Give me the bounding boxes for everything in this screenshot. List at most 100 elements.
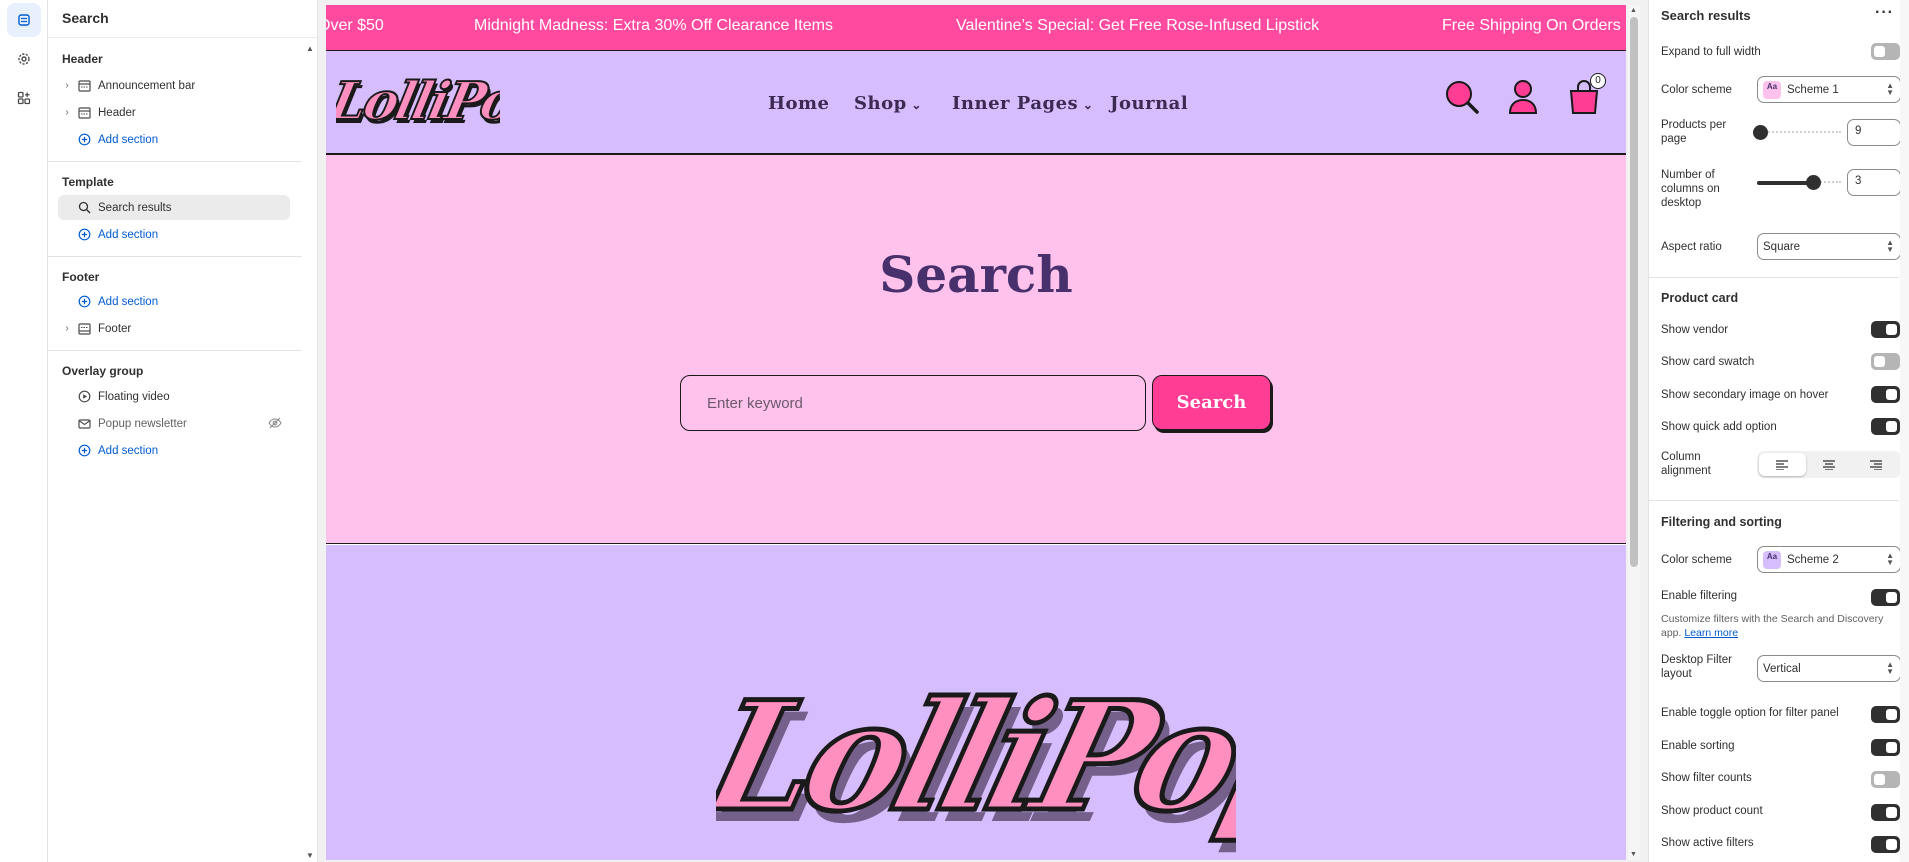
theme-preview: Over $50 Midnight Madness: Extra 30% Off…: [326, 5, 1626, 860]
scroll-up-icon[interactable]: ▲: [1630, 7, 1637, 14]
search-button[interactable]: Search: [1152, 375, 1271, 430]
account-icon[interactable]: [1508, 79, 1538, 118]
announcement-text: Free Shipping On Orders: [1442, 17, 1621, 34]
show-quick-add-toggle[interactable]: [1871, 418, 1900, 435]
chevron-right-icon[interactable]: ›: [60, 323, 74, 334]
divider: [48, 161, 302, 162]
nav-journal[interactable]: Journal: [1110, 93, 1188, 114]
section-header[interactable]: › Header: [58, 100, 290, 125]
section-label: Floating video: [98, 390, 170, 403]
section-label: Footer: [98, 322, 132, 335]
eye-hidden-icon[interactable]: [268, 417, 282, 432]
sections-panel: Search Header › Announcement bar › Heade…: [48, 0, 318, 862]
layout-section-icon: [76, 78, 92, 94]
align-center-icon[interactable]: [1806, 453, 1853, 476]
toggle-filter-panel-toggle[interactable]: [1871, 706, 1900, 723]
section-announcement-bar[interactable]: › Announcement bar: [58, 73, 290, 98]
aspect-ratio-label: Aspect ratio: [1661, 241, 1722, 253]
add-section-header[interactable]: Add section: [58, 127, 290, 152]
products-per-page-slider[interactable]: [1753, 125, 1841, 140]
plus-circle-icon: [76, 132, 92, 148]
scroll-down-icon[interactable]: ▼: [1630, 851, 1637, 858]
nav-home[interactable]: Home: [768, 93, 830, 114]
section-popup-newsletter[interactable]: Popup newsletter: [58, 411, 290, 436]
columns-input[interactable]: 3: [1847, 169, 1901, 196]
chevron-updown-icon: ▲ ▼: [1886, 551, 1894, 567]
chevron-right-icon[interactable]: ›: [60, 80, 74, 91]
apps-icon[interactable]: [7, 81, 41, 115]
columns-label: Number of columns on desktop: [1661, 169, 1720, 209]
chevron-right-icon[interactable]: ›: [60, 107, 74, 118]
show-filter-counts-toggle[interactable]: [1871, 771, 1900, 788]
nav-shop[interactable]: Shop ⌄: [854, 93, 922, 114]
section-label: Announcement bar: [98, 79, 196, 92]
show-active-filters-label: Show active filters: [1661, 837, 1754, 849]
filter-color-scheme-select[interactable]: Aa Scheme 2 ▲ ▼: [1757, 546, 1901, 573]
chevron-updown-icon: ▲ ▼: [1886, 238, 1894, 254]
show-active-filters-toggle[interactable]: [1871, 836, 1900, 853]
color-scheme-label: Color scheme: [1661, 84, 1732, 96]
header-search-icon[interactable]: [1444, 79, 1480, 118]
slider-knob[interactable]: [1753, 125, 1769, 140]
store-logo[interactable]: LolliPop LolliPop: [326, 63, 558, 139]
section-label: Header: [98, 106, 136, 119]
section-footer[interactable]: › Footer: [58, 316, 290, 341]
svg-text:LolliPop: LolliPop: [716, 668, 1236, 844]
layout-section-icon: [76, 105, 92, 121]
align-left-icon[interactable]: [1759, 453, 1806, 476]
align-right-icon[interactable]: [1852, 453, 1899, 476]
show-quick-add-label: Show quick add option: [1661, 421, 1777, 433]
show-vendor-label: Show vendor: [1661, 324, 1729, 336]
enable-filtering-toggle[interactable]: [1871, 589, 1900, 606]
show-swatch-toggle[interactable]: [1871, 353, 1900, 370]
color-scheme2-label: Color scheme: [1661, 554, 1732, 566]
footer-preview: LolliPop LolliPop: [326, 545, 1626, 860]
plus-circle-icon: [76, 294, 92, 310]
scroll-down-icon[interactable]: ▼: [306, 851, 314, 860]
columns-slider[interactable]: [1757, 175, 1841, 190]
section-floating-video[interactable]: Floating video: [58, 384, 290, 409]
add-section-overlay[interactable]: Add section: [58, 438, 290, 463]
show-filter-counts-label: Show filter counts: [1661, 772, 1752, 784]
filtering-help-text: Customize filters with the Search and Di…: [1661, 613, 1884, 639]
group-title-template: Template: [62, 175, 114, 189]
divider: [1649, 277, 1899, 278]
plus-circle-icon: [76, 227, 92, 243]
enable-sorting-toggle[interactable]: [1871, 739, 1900, 756]
show-secondary-label: Show secondary image on hover: [1661, 389, 1829, 401]
expand-full-width-toggle[interactable]: [1871, 43, 1900, 60]
group-title-overlay: Overlay group: [62, 364, 144, 378]
cart-icon[interactable]: 0: [1568, 73, 1608, 115]
chevron-down-icon: ⌄: [906, 98, 922, 112]
settings-icon[interactable]: [7, 42, 41, 76]
products-per-page-input[interactable]: 9: [1847, 119, 1901, 146]
scroll-up-icon[interactable]: ▲: [306, 44, 314, 53]
search-input[interactable]: [680, 375, 1146, 431]
select-value: Vertical: [1763, 662, 1801, 675]
color-scheme-select[interactable]: Aa Scheme 1 ▲ ▼: [1757, 76, 1901, 103]
add-section-template[interactable]: Add section: [58, 222, 290, 247]
sections-icon[interactable]: [7, 3, 41, 37]
show-secondary-toggle[interactable]: [1871, 386, 1900, 403]
add-section-footer[interactable]: Add section: [58, 289, 290, 314]
plus-circle-icon: [76, 443, 92, 459]
show-vendor-toggle[interactable]: [1871, 321, 1900, 338]
learn-more-link[interactable]: Learn more: [1684, 627, 1738, 639]
more-options-icon[interactable]: ···: [1875, 4, 1894, 22]
sections-scrollbar[interactable]: ▲ ▼: [303, 40, 317, 862]
nav-inner-pages[interactable]: Inner Pages ⌄: [952, 93, 1093, 114]
show-product-count-toggle[interactable]: [1871, 804, 1900, 821]
section-search-results[interactable]: Search results: [58, 195, 290, 220]
expand-label: Expand to full width: [1661, 46, 1761, 58]
filtering-heading: Filtering and sorting: [1661, 515, 1782, 529]
aspect-ratio-select[interactable]: Square ▲ ▼: [1757, 233, 1901, 260]
preview-scrollbar[interactable]: ▲ ▼: [1628, 5, 1640, 860]
slider-knob[interactable]: [1806, 175, 1822, 190]
settings-scrollbar[interactable]: [1900, 0, 1909, 862]
product-card-heading: Product card: [1661, 291, 1739, 305]
footer-logo: LolliPop LolliPop: [685, 625, 1361, 860]
scroll-thumb[interactable]: [1630, 17, 1638, 567]
desktop-filter-select[interactable]: Vertical ▲ ▼: [1757, 655, 1901, 682]
chevron-updown-icon: ▲ ▼: [1886, 81, 1894, 97]
announcement-text: Over $50: [326, 17, 384, 34]
